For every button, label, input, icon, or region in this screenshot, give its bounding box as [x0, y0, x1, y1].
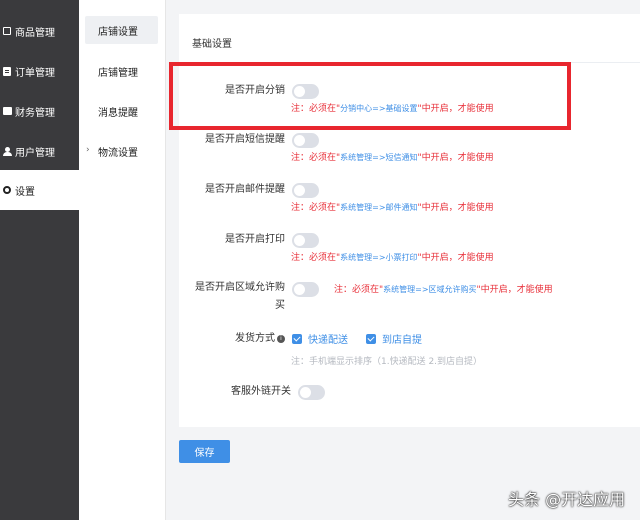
- service-link-toggle[interactable]: [298, 385, 325, 400]
- print-note: 注：必须在"系统管理=>小票打印"中开启，才能使用: [291, 252, 494, 264]
- note-path: 系统管理=>区域允许购买: [383, 285, 477, 294]
- note-prefix: 注：必须在": [291, 203, 341, 213]
- note-path: 系统管理=>短信通知: [340, 153, 418, 162]
- region-purchase-note: 注：必须在"系统管理=>区域允许购买"中开启，才能使用: [334, 284, 553, 296]
- note-path: 系统管理=>邮件通知: [340, 203, 418, 212]
- print-toggle[interactable]: [292, 233, 319, 248]
- box-icon: [2, 26, 12, 36]
- sidebar-item-finance[interactable]: 财务管理: [0, 91, 79, 131]
- sidebar-item-label: 商品管理: [15, 27, 55, 39]
- card-title: 基础设置: [192, 39, 232, 50]
- watermark: 头条 @开达应用: [508, 490, 626, 509]
- note-suffix: "中开启，才能使用: [417, 253, 494, 263]
- sidebar-item-label: 财务管理: [15, 107, 55, 119]
- save-button[interactable]: 保存: [179, 440, 230, 463]
- user-icon: [2, 146, 12, 156]
- main-sidebar: 商品管理 订单管理 财务管理 用户管理 设置: [0, 0, 79, 520]
- submenu-item-label: 店铺管理: [98, 67, 138, 79]
- region-purchase-label-line2: 买: [275, 300, 285, 311]
- note-suffix: "中开启，才能使用: [417, 153, 494, 163]
- sidebar-item-products[interactable]: 商品管理: [0, 11, 79, 51]
- submenu-item-logistics[interactable]: › 物流设置: [85, 137, 158, 165]
- note-prefix: 注：必须在": [334, 285, 384, 295]
- sidebar-item-label: 设置: [15, 186, 35, 198]
- sms-reminder-note: 注：必须在"系统管理=>短信通知"中开启，才能使用: [291, 152, 494, 164]
- submenu-item-shop-management[interactable]: 店铺管理: [85, 57, 158, 85]
- sms-reminder-label: 是否开启短信提醒: [205, 134, 285, 145]
- info-icon[interactable]: i: [277, 335, 285, 343]
- print-label: 是否开启打印: [225, 234, 285, 245]
- region-purchase-label-line1: 是否开启区域允许购: [195, 282, 285, 293]
- highlight-box: [169, 62, 571, 130]
- email-reminder-toggle[interactable]: [292, 183, 319, 198]
- sidebar-item-label: 用户管理: [15, 147, 55, 159]
- chevron-right-icon: ›: [86, 145, 90, 155]
- note-suffix: "中开启，才能使用: [417, 203, 494, 213]
- express-delivery-checkbox[interactable]: [292, 334, 302, 344]
- wallet-icon: [2, 106, 12, 116]
- submenu-item-label: 店铺设置: [98, 26, 138, 38]
- delivery-method-text: 发货方式: [235, 333, 275, 344]
- region-purchase-toggle[interactable]: [292, 282, 319, 297]
- sidebar-item-orders[interactable]: 订单管理: [0, 51, 79, 91]
- delivery-method-label: 发货方式 i: [179, 331, 285, 346]
- sidebar-item-settings[interactable]: 设置: [0, 170, 79, 210]
- email-reminder-label: 是否开启邮件提醒: [205, 184, 285, 195]
- sidebar-item-label: 订单管理: [15, 67, 55, 79]
- region-purchase-label: 是否开启区域允许购 买: [179, 280, 285, 313]
- submenu-item-message-reminder[interactable]: 消息提醒: [85, 97, 158, 125]
- submenu-item-shop-settings[interactable]: 店铺设置: [85, 16, 158, 44]
- store-pickup-label[interactable]: 到店自提: [382, 331, 422, 346]
- delivery-order-hint: 注：手机端显示排序（1.快递配送 2.到店自提）: [291, 357, 483, 367]
- settings-submenu: 店铺设置 店铺管理 消息提醒 › 物流设置: [79, 0, 166, 520]
- note-path: 系统管理=>小票打印: [340, 253, 418, 262]
- express-delivery-label[interactable]: 快递配送: [308, 331, 348, 346]
- note-prefix: 注：必须在": [291, 253, 341, 263]
- note-suffix: "中开启，才能使用: [476, 285, 553, 295]
- submenu-item-label: 消息提醒: [98, 107, 138, 119]
- note-prefix: 注：必须在": [291, 153, 341, 163]
- order-icon: [2, 66, 12, 76]
- submenu-item-label: 物流设置: [98, 147, 138, 159]
- service-link-label: 客服外链开关: [231, 386, 291, 397]
- email-reminder-note: 注：必须在"系统管理=>邮件通知"中开启，才能使用: [291, 202, 494, 214]
- sidebar-item-users[interactable]: 用户管理: [0, 131, 79, 171]
- sms-reminder-toggle[interactable]: [292, 133, 319, 148]
- gear-icon: [2, 185, 12, 195]
- store-pickup-checkbox[interactable]: [366, 334, 376, 344]
